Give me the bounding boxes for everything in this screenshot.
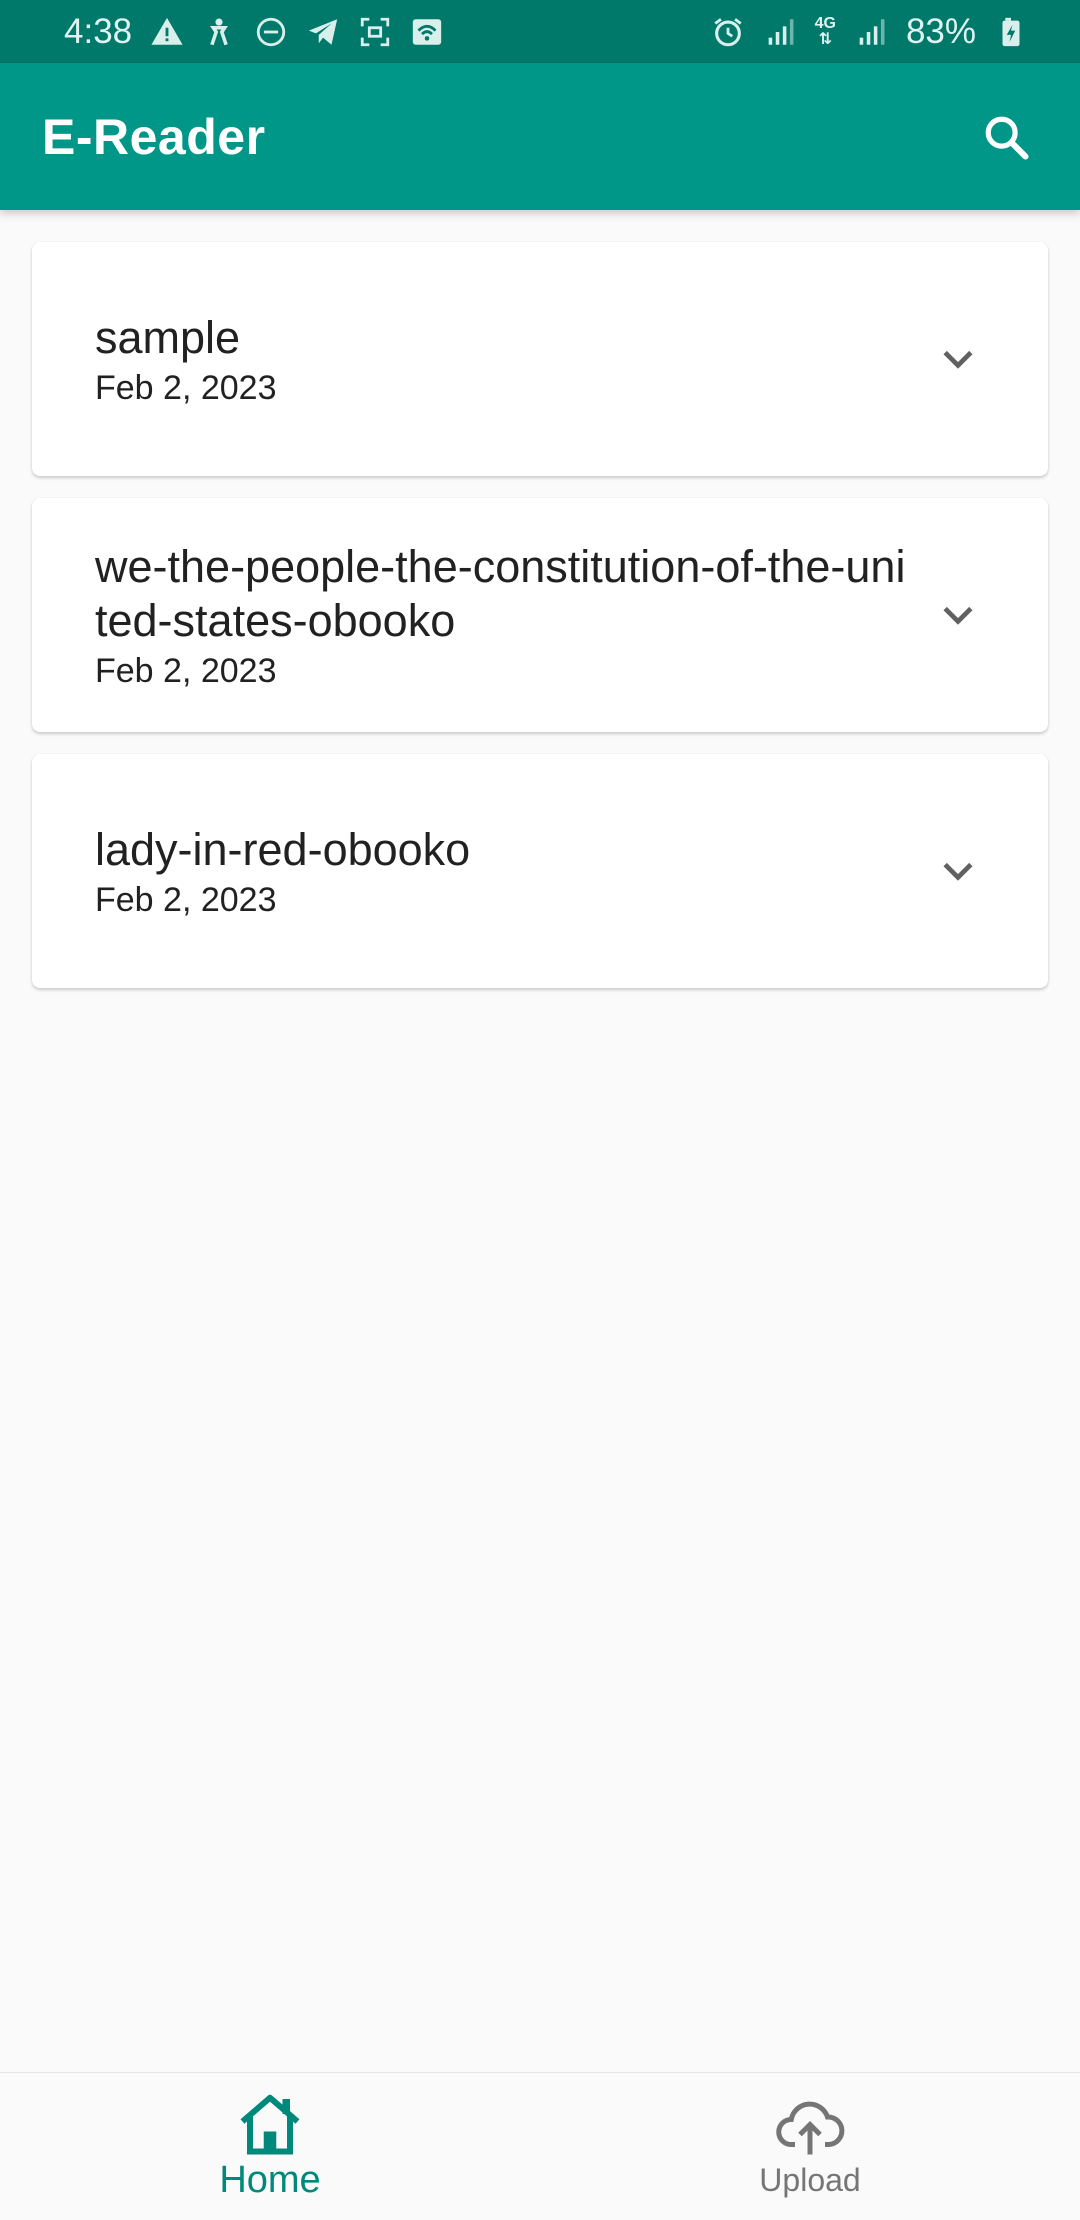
- data-arrows-icon: ⇅: [818, 30, 832, 48]
- status-right: 4G ⇅ 83%: [711, 12, 1028, 52]
- book-card[interactable]: we-the-people-the-constitution-of-the-un…: [32, 498, 1048, 732]
- book-title: lady-in-red-obooko: [95, 823, 471, 875]
- book-card-text: we-the-people-the-constitution-of-the-un…: [95, 540, 1048, 691]
- book-date: Feb 2, 2023: [95, 880, 277, 919]
- status-time: 4:38: [64, 11, 133, 51]
- network-label: 4G: [814, 14, 836, 32]
- status-left: 4:38: [64, 12, 444, 52]
- book-card-text: lady-in-red-obooko Feb 2, 2023: [95, 823, 1048, 920]
- warning-icon: [150, 15, 184, 49]
- bottom-nav: Home Upload: [0, 2072, 1080, 2220]
- signal-icon-2: [854, 15, 888, 49]
- app-title: E-Reader: [42, 108, 266, 165]
- signal-4g-icon: 4G ⇅: [814, 14, 836, 48]
- search-button[interactable]: [974, 105, 1038, 169]
- search-icon: [985, 116, 1029, 160]
- battery-charging-icon: [994, 15, 1028, 49]
- book-date: Feb 2, 2023: [95, 368, 277, 407]
- book-list: sample Feb 2, 2023 we-the-people-the-con…: [32, 242, 1048, 1010]
- do-not-disturb-icon: [254, 15, 288, 49]
- nav-item-home[interactable]: Home: [0, 2073, 540, 2220]
- book-card[interactable]: lady-in-red-obooko Feb 2, 2023: [32, 754, 1048, 988]
- nav-label-upload: Upload: [759, 2162, 861, 2198]
- alarm-icon: [711, 15, 745, 49]
- chevron-down-icon: [943, 350, 973, 369]
- expand-button[interactable]: [936, 849, 980, 893]
- app-bar: E-Reader: [0, 63, 1080, 210]
- telegram-icon: [306, 15, 340, 49]
- battery-percent: 83%: [905, 11, 976, 51]
- expand-button[interactable]: [936, 337, 980, 381]
- signal-icon: [763, 15, 797, 49]
- book-card[interactable]: sample Feb 2, 2023: [32, 242, 1048, 476]
- cloud-upload-icon: [776, 2101, 845, 2155]
- wifi-hotspot-icon: [410, 15, 444, 49]
- nav-item-upload[interactable]: Upload: [540, 2073, 1080, 2220]
- status-bar: 4:38 4G ⇅ 83%: [0, 0, 1080, 63]
- book-title: we-the-people-the-constitution-of-the-un…: [95, 540, 906, 646]
- screenshot-icon: [358, 15, 392, 49]
- chevron-down-icon: [943, 862, 973, 881]
- expand-button[interactable]: [936, 593, 980, 637]
- book-card-text: sample Feb 2, 2023: [95, 311, 1048, 408]
- chevron-down-icon: [943, 606, 973, 625]
- nav-label-home: Home: [219, 2159, 321, 2201]
- book-title: sample: [95, 311, 241, 363]
- accessibility-icon: [202, 15, 236, 49]
- home-icon: [240, 2094, 300, 2155]
- book-date: Feb 2, 2023: [95, 651, 277, 690]
